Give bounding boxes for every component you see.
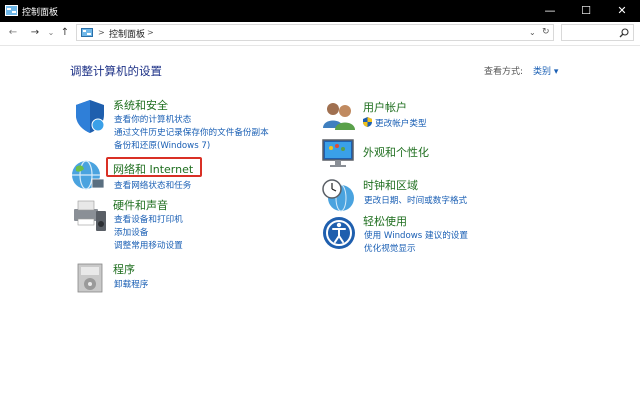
link-add-device[interactable]: 添加设备 <box>114 226 148 238</box>
category-system-security[interactable]: 系统和安全 <box>113 97 168 113</box>
link-devices-printers[interactable]: 查看设备和打印机 <box>114 213 183 225</box>
minimize-button[interactable]: — <box>532 0 568 22</box>
link-backup-restore[interactable]: 备份和还原(Windows 7) <box>114 139 210 151</box>
category-ease-of-access[interactable]: 轻松使用 <box>363 213 407 229</box>
breadcrumb-separator[interactable]: > <box>98 28 105 37</box>
ease-of-access-icon[interactable] <box>321 215 357 251</box>
link-optimize-visual-display[interactable]: 优化视觉显示 <box>364 242 416 254</box>
category-hardware-sound[interactable]: 硬件和声音 <box>113 197 168 213</box>
link-uninstall-program[interactable]: 卸载程序 <box>114 278 148 290</box>
globe-network-icon[interactable] <box>70 157 106 193</box>
uac-shield-icon <box>363 117 372 127</box>
programs-icon[interactable] <box>72 260 108 296</box>
address-toolbar: ← → ⌄ ↑ > 控制面板 > ⌄ ↻ <box>0 22 640 46</box>
category-clock-region[interactable]: 时钟和区域 <box>363 177 418 193</box>
users-icon[interactable] <box>321 98 357 134</box>
category-programs[interactable]: 程序 <box>113 261 135 277</box>
breadcrumb-control-panel[interactable]: 控制面板 <box>109 27 145 40</box>
link-view-computer-status[interactable]: 查看你的计算机状态 <box>114 113 191 125</box>
address-field[interactable]: > 控制面板 > ⌄ ↻ <box>76 24 554 41</box>
refresh-button[interactable]: ↻ <box>542 27 550 37</box>
breadcrumb-separator[interactable]: > <box>147 28 154 37</box>
search-icon[interactable] <box>619 28 629 38</box>
back-button[interactable]: ← <box>6 26 20 40</box>
title-bar: 控制面板 — ☐ ✕ <box>0 0 640 22</box>
view-by-label: 查看方式: <box>484 67 524 77</box>
link-file-history-backup[interactable]: 通过文件历史记录保存你的文件备份副本 <box>114 126 269 138</box>
address-dropdown-button[interactable]: ⌄ <box>529 28 536 37</box>
category-user-accounts[interactable]: 用户帐户 <box>363 99 407 115</box>
maximize-button[interactable]: ☐ <box>568 0 604 22</box>
shield-icon[interactable] <box>72 98 108 134</box>
window-title: 控制面板 <box>22 8 59 18</box>
monitor-paint-icon[interactable] <box>321 136 357 172</box>
up-button[interactable]: ↑ <box>58 26 72 40</box>
link-mobility-settings[interactable]: 调整常用移动设置 <box>114 239 183 251</box>
close-button[interactable]: ✕ <box>604 0 640 22</box>
category-appearance-personalization[interactable]: 外观和个性化 <box>363 144 429 160</box>
control-panel-icon <box>5 5 18 16</box>
category-network-internet[interactable]: 网络和 Internet <box>113 161 193 177</box>
printer-speaker-icon[interactable] <box>72 197 108 233</box>
clock-globe-icon[interactable] <box>321 178 357 214</box>
link-view-network-status[interactable]: 查看网络状态和任务 <box>114 179 191 191</box>
link-change-date-time-format[interactable]: 更改日期、时间或数字格式 <box>364 194 467 206</box>
forward-button[interactable]: → <box>28 26 42 40</box>
link-recommended-settings[interactable]: 使用 Windows 建议的设置 <box>364 229 468 241</box>
page-title: 调整计算机的设置 <box>70 64 162 78</box>
search-input[interactable] <box>564 26 618 39</box>
search-box[interactable] <box>561 24 634 41</box>
view-by-dropdown[interactable]: 类别 ▾ <box>533 64 558 77</box>
recent-locations-button[interactable]: ⌄ <box>44 26 58 40</box>
control-panel-icon <box>81 28 93 37</box>
link-change-account-type[interactable]: 更改帐户类型 <box>375 117 427 129</box>
